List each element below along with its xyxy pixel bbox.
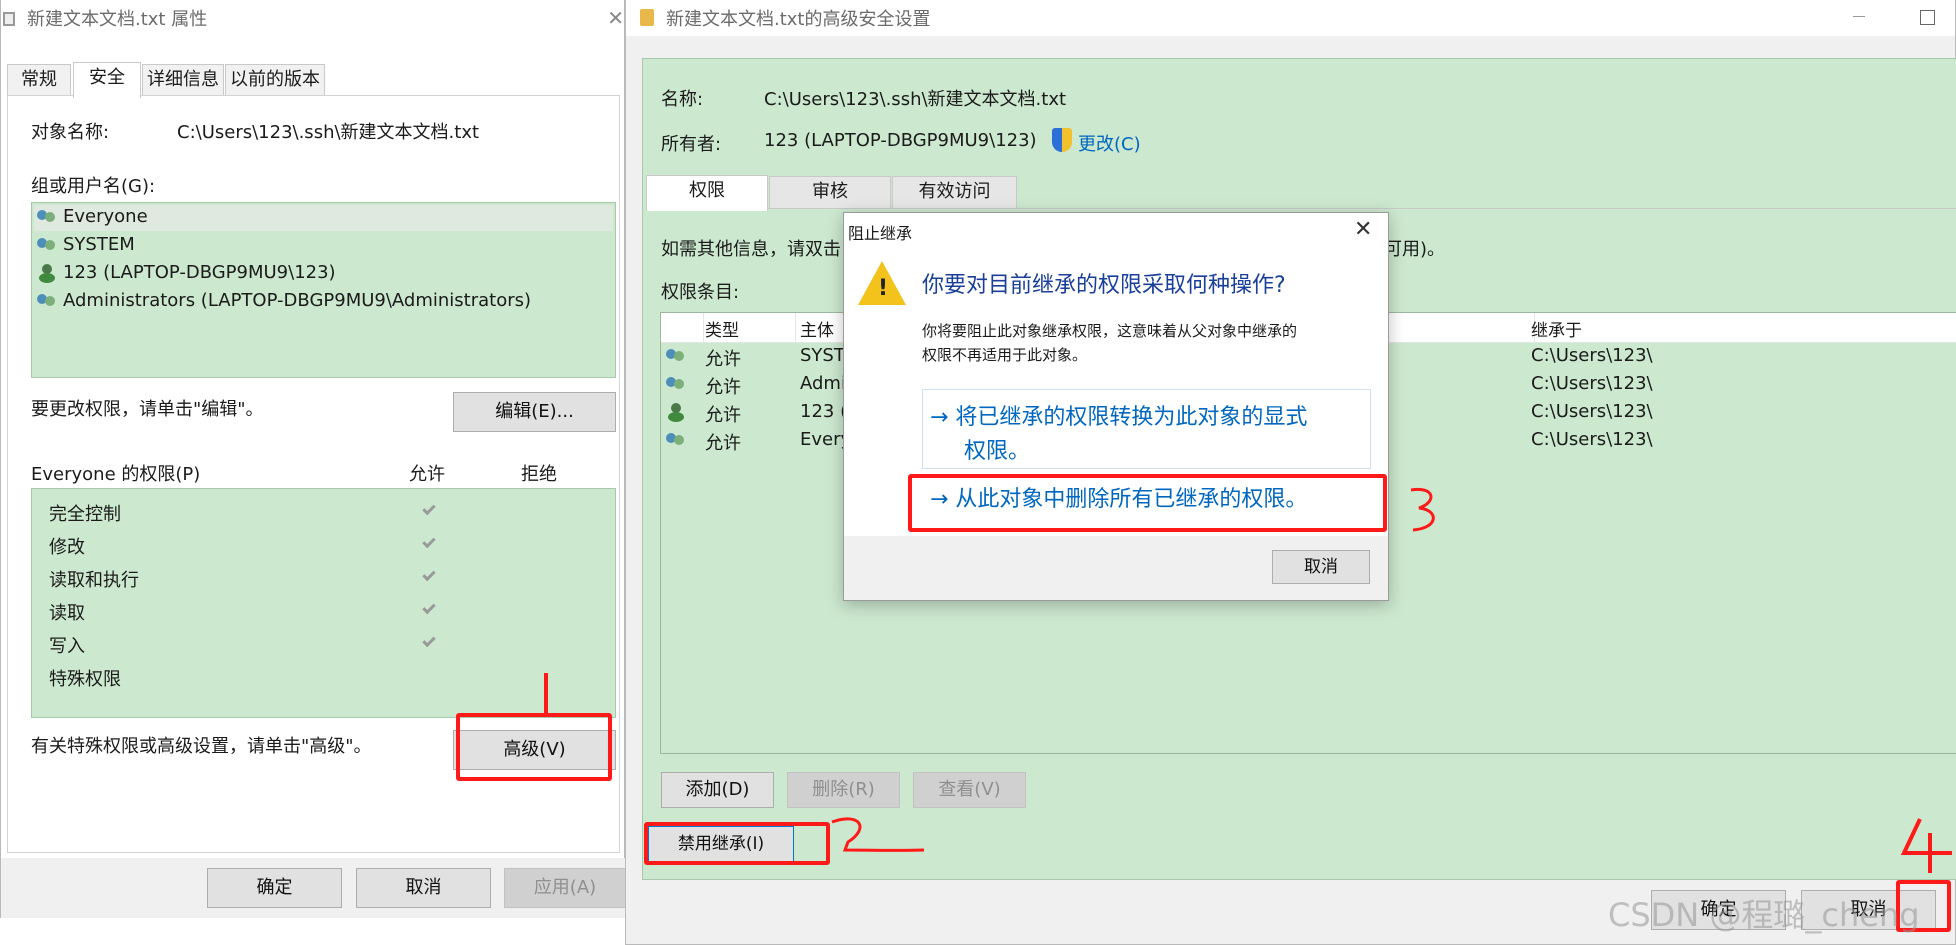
group-icon — [37, 208, 57, 226]
maximize-icon[interactable] — [1920, 10, 1935, 25]
group-icon — [666, 347, 686, 365]
warning-exclamation: ! — [878, 276, 889, 301]
tab-general[interactable]: 常规 — [7, 64, 71, 96]
annotation-stroke-3 — [1410, 487, 1435, 532]
properties-title-bar: 新建文本文档.txt 属性 ✕ — [1, 0, 624, 36]
permission-item: 完全控制 — [49, 504, 121, 525]
dialog-description-2: 权限不再适用于此对象。 — [922, 346, 1088, 364]
close-icon[interactable]: ✕ — [1354, 217, 1372, 242]
header-sep — [795, 313, 796, 343]
edit-hint: 要更改权限，请单击"编辑"。 — [31, 399, 264, 420]
object-name-value: C:\Users\123\.ssh\新建文本文档.txt — [177, 122, 480, 143]
table-row[interactable] — [666, 401, 692, 422]
user-item[interactable]: SYSTEM — [37, 234, 135, 255]
ok-button[interactable]: 确定 — [207, 868, 342, 908]
row-inherited-from: C:\Users\123\ — [1531, 373, 1653, 394]
info-text: 如需其他信息，请双击 — [661, 239, 841, 260]
user-item[interactable]: 123 (LAPTOP-DBGP9MU9\123) — [37, 262, 336, 283]
annotation-stroke-2 — [831, 817, 925, 852]
permissions-header: Everyone 的权限(P) — [31, 464, 201, 485]
block-inheritance-dialog: 阻止继承 ✕ ! 你要对目前继承的权限采取何种操作? 你将要阻止此对象继承权限，… — [843, 212, 1389, 601]
row-type: 允许 — [705, 349, 741, 370]
close-icon[interactable]: ✕ — [607, 6, 624, 30]
permission-item: 修改 — [49, 537, 85, 558]
watermark: CSDN @程璐_cheng — [1608, 896, 1920, 934]
edit-button[interactable]: 编辑(E)... — [453, 392, 616, 432]
dialog-title: 阻止继承 — [848, 224, 913, 243]
apply-button: 应用(A) — [504, 868, 626, 908]
header-sep — [703, 313, 704, 343]
permission-item: 特殊权限 — [49, 669, 121, 690]
row-type: 允许 — [705, 433, 741, 454]
dialog-heading: 你要对目前继承的权限采取何种操作? — [922, 273, 1286, 298]
annotation-mark-1 — [544, 673, 548, 713]
file-icon — [3, 12, 15, 26]
annotation-stroke-4 — [1900, 818, 1952, 873]
uac-shield-icon — [1052, 128, 1072, 152]
tab-effective-access[interactable]: 有效访问 — [892, 176, 1017, 208]
tab-previous-versions[interactable]: 以前的版本 — [225, 64, 325, 96]
tab-permissions[interactable]: 权限 — [646, 175, 768, 211]
permission-item: 读取和执行 — [49, 570, 139, 591]
column-type[interactable]: 类型 — [705, 316, 739, 341]
remove-button: 删除(R) — [787, 772, 900, 808]
change-owner-link[interactable]: 更改(C) — [1078, 130, 1141, 156]
advanced-title-bar: 新建文本文档.txt的高级安全设置 — [626, 0, 1955, 36]
window-title: 新建文本文档.txt的高级安全设置 — [666, 9, 931, 30]
advanced-hint: 有关特殊权限或高级设置，请单击"高级"。 — [31, 736, 372, 757]
dialog-description: 你将要阻止此对象继承权限，这意味着从父对象中继承的 — [922, 322, 1298, 340]
permission-item: 读取 — [49, 603, 85, 624]
info-text-tail: 可用)。 — [1384, 239, 1446, 260]
annotation-box-remove-option — [908, 474, 1387, 532]
row-type: 允许 — [705, 377, 741, 398]
permission-item: 写入 — [49, 636, 85, 657]
allow-column-header: 允许 — [409, 464, 445, 485]
group-icon — [666, 375, 686, 393]
deny-column-header: 拒绝 — [521, 464, 557, 485]
dialog-cancel-button[interactable]: 取消 — [1272, 550, 1370, 584]
group-icon — [37, 236, 57, 254]
group-icon — [666, 431, 686, 449]
row-type: 允许 — [705, 405, 741, 426]
name-label: 名称: — [661, 89, 704, 110]
table-row[interactable] — [666, 373, 692, 394]
row-inherited-from: C:\Users\123\ — [1531, 401, 1653, 422]
owner-label: 所有者: — [661, 134, 722, 155]
tab-security[interactable]: 安全 — [73, 62, 141, 98]
cancel-button[interactable]: 取消 — [356, 868, 491, 908]
column-principal[interactable]: 主体 — [800, 316, 834, 341]
entries-label: 权限条目: — [661, 282, 740, 303]
minimize-icon[interactable] — [1853, 16, 1865, 17]
row-principal: Admi — [800, 373, 846, 394]
object-name-label: 对象名称: — [31, 122, 110, 143]
group-icon — [37, 292, 57, 310]
column-inherited-from[interactable]: 继承于 — [1531, 316, 1582, 341]
user-icon — [666, 403, 686, 422]
tab-details[interactable]: 详细信息 — [142, 64, 224, 96]
add-button[interactable]: 添加(D) — [661, 772, 774, 808]
row-inherited-from: C:\Users\123\ — [1531, 429, 1653, 450]
user-item[interactable]: Everyone — [37, 206, 148, 227]
annotation-box-disable-inheritance — [644, 822, 830, 865]
user-item[interactable]: Administrators (LAPTOP-DBGP9MU9\Administ… — [37, 290, 531, 311]
table-row[interactable] — [666, 345, 692, 366]
row-inherited-from: C:\Users\123\ — [1531, 345, 1653, 366]
folder-icon — [640, 9, 654, 26]
user-icon — [37, 264, 57, 283]
convert-option-line1: → 将已继承的权限转换为此对象的显式 — [930, 405, 1308, 430]
row-principal: 123 ( — [800, 401, 848, 422]
owner-value: 123 (LAPTOP-DBGP9MU9\123) — [764, 130, 1037, 151]
tab-auditing[interactable]: 审核 — [769, 176, 891, 208]
table-row[interactable] — [666, 429, 692, 450]
name-value: C:\Users\123\.ssh\新建文本文档.txt — [764, 89, 1067, 110]
group-label: 组或用户名(G): — [31, 176, 156, 197]
window-title: 新建文本文档.txt 属性 — [27, 9, 208, 30]
convert-option-line2: 权限。 — [964, 439, 1031, 464]
annotation-box-advanced — [456, 713, 612, 781]
view-button: 查看(V) — [913, 772, 1026, 808]
tab-divider — [646, 208, 1956, 209]
